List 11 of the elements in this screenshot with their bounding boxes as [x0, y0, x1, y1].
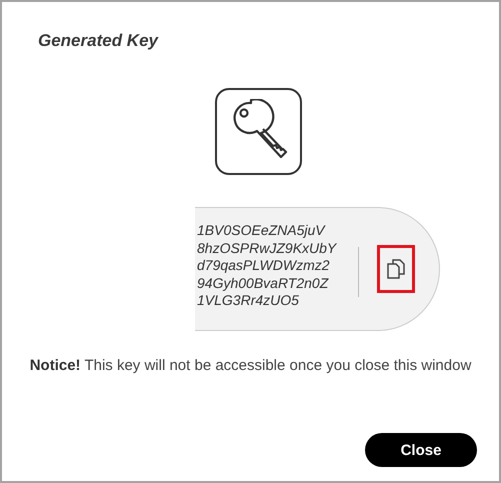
key-text: 8hzOSPRwJZ9KxUbY: [197, 240, 336, 257]
key-icon: [215, 88, 302, 175]
close-button[interactable]: Close: [365, 433, 477, 467]
key-text: d79qasPLWDWzmz2: [197, 257, 331, 274]
key-text: 94Gyh00BvaRT2n0Z: [197, 274, 330, 292]
dialog-title: Generated Key: [38, 31, 158, 51]
key-text: 1BV0SOEeZNA5juV: [197, 222, 326, 240]
copy-icon: [387, 259, 405, 279]
notice-text: Notice! This key will not be accessible once you close this window: [28, 356, 472, 376]
key-text: 1VLG3Rr4zUO5: [197, 292, 300, 310]
copy-button[interactable]: [377, 245, 415, 293]
